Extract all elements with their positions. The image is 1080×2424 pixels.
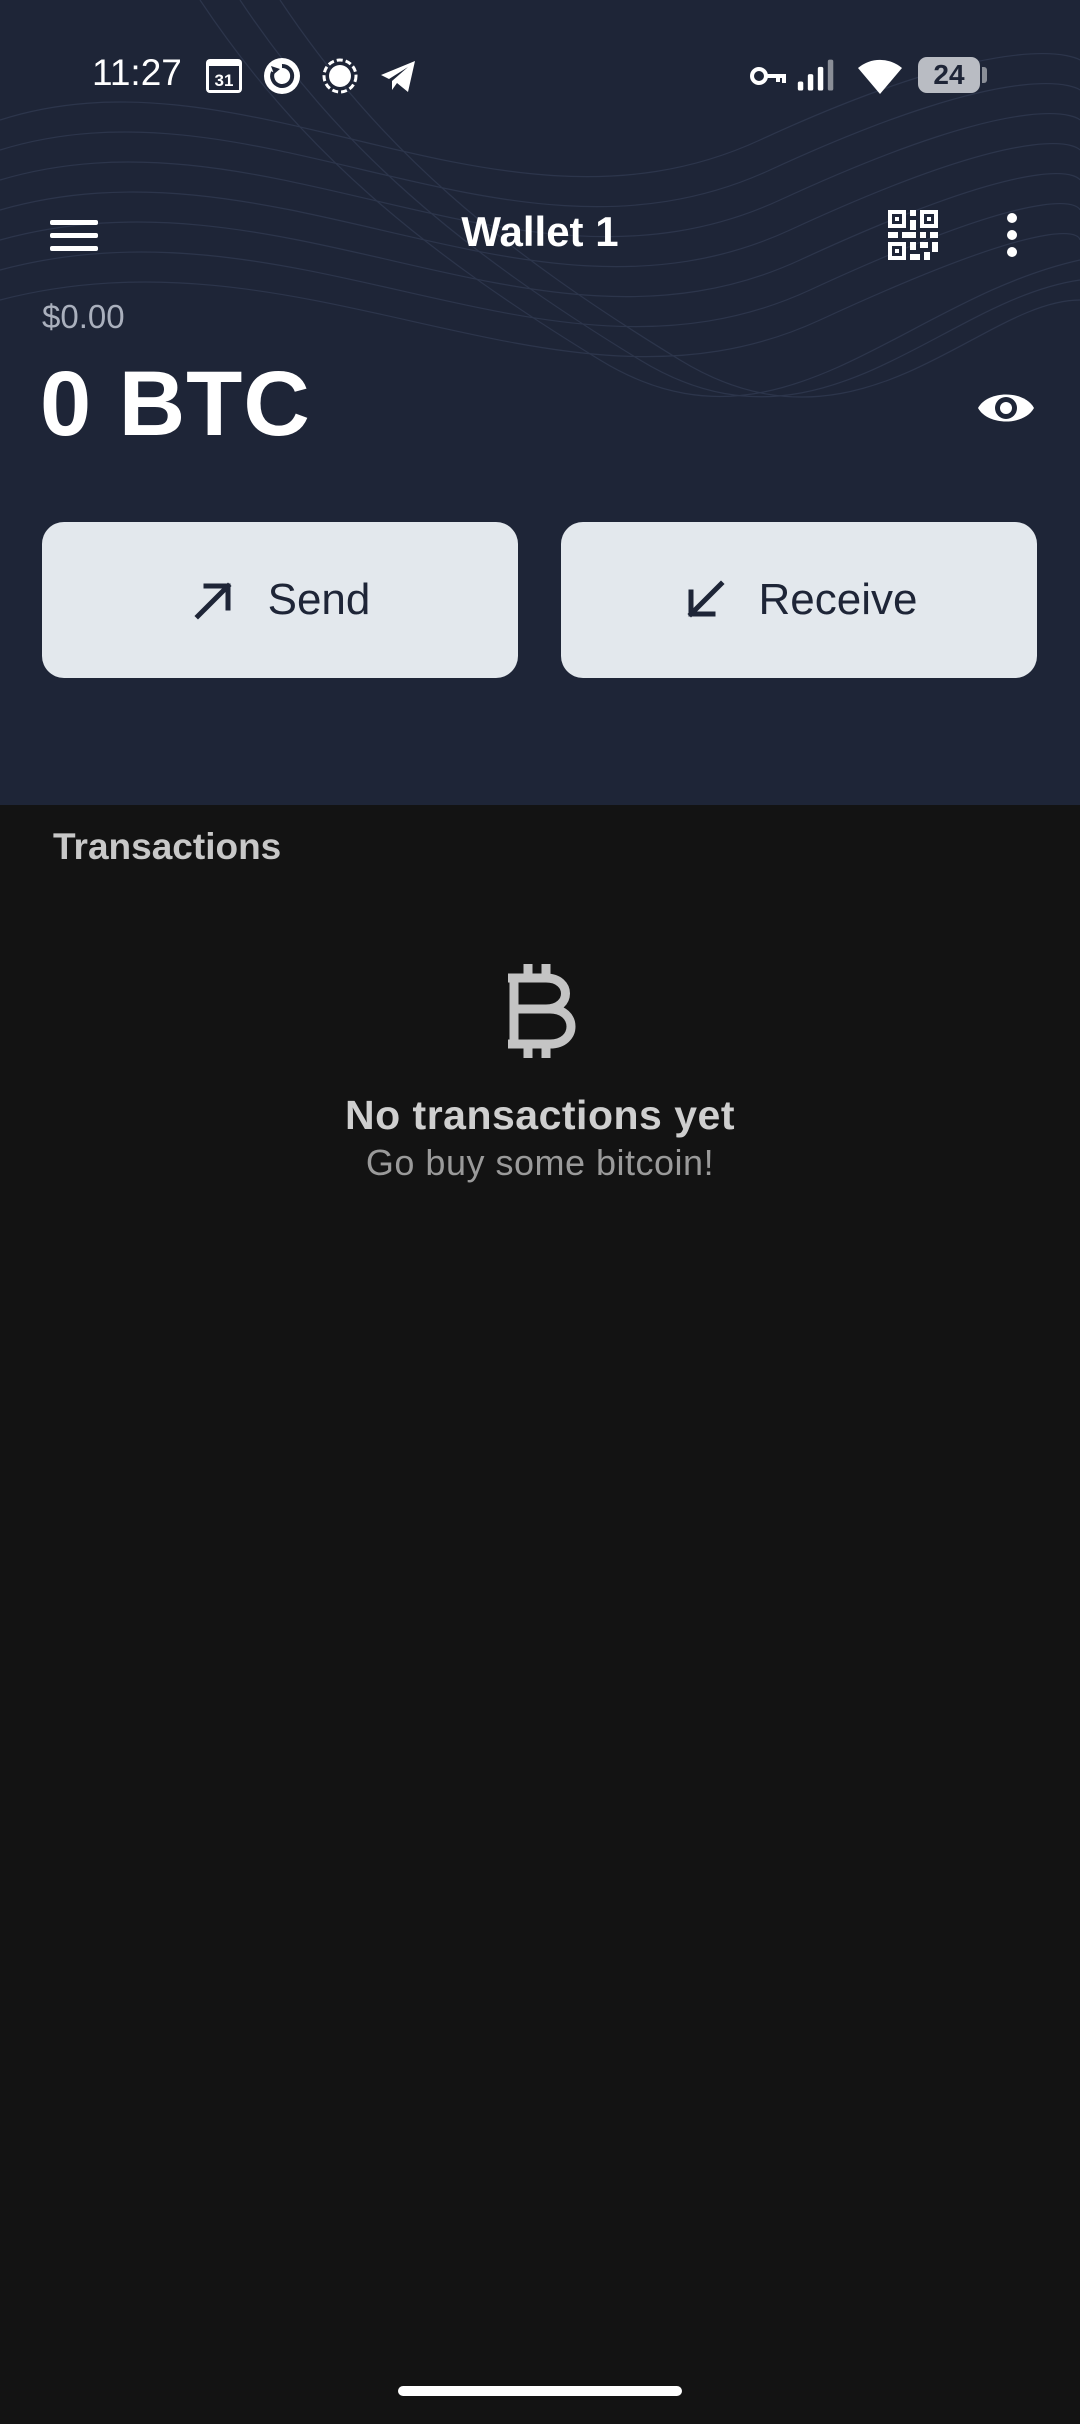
cell-signal-icon — [797, 59, 834, 91]
receive-label: Receive — [758, 575, 918, 624]
empty-state-subtitle: Go buy some bitcoin! — [365, 1142, 715, 1183]
qr-code-icon[interactable] — [888, 210, 938, 260]
hamburger-menu-icon[interactable] — [48, 212, 100, 260]
status-bar: 11:27 31 24 — [0, 0, 1080, 150]
sync-app-icon — [264, 58, 300, 94]
status-time: 11:27 — [92, 52, 182, 93]
fiat-balance: $0.00 — [42, 298, 125, 335]
wallet-title[interactable]: Wallet 1 — [340, 208, 740, 256]
eye-icon[interactable] — [976, 384, 1036, 432]
bitcoin-icon — [508, 964, 576, 1058]
arrow-up-right-icon — [194, 582, 232, 620]
calendar-day: 31 — [215, 71, 234, 90]
wallet-header: 11:27 31 24 Wallet 1 $0.00 0 BTC Send Re… — [0, 0, 1080, 805]
wifi-icon — [858, 59, 902, 94]
btc-balance: 0 BTC — [40, 353, 311, 455]
vpn-key-icon — [750, 67, 786, 85]
telegram-icon — [381, 61, 415, 92]
send-label: Send — [267, 575, 371, 624]
send-button[interactable]: Send — [42, 522, 518, 678]
arrow-down-left-icon — [686, 580, 725, 618]
empty-state-title: No transactions yet — [345, 1092, 735, 1138]
battery-tip — [982, 67, 987, 83]
battery-icon: 24 — [918, 57, 980, 93]
receive-button[interactable]: Receive — [561, 522, 1037, 678]
transactions-title: Transactions — [53, 826, 282, 867]
calendar-icon: 31 — [206, 59, 242, 93]
wallet-screen: 11:27 31 24 Wallet 1 $0.00 0 BTC Send Re… — [0, 0, 1080, 2424]
signal-app-icon — [322, 58, 358, 94]
more-vertical-icon[interactable] — [1000, 210, 1024, 260]
home-indicator[interactable] — [398, 2386, 682, 2396]
